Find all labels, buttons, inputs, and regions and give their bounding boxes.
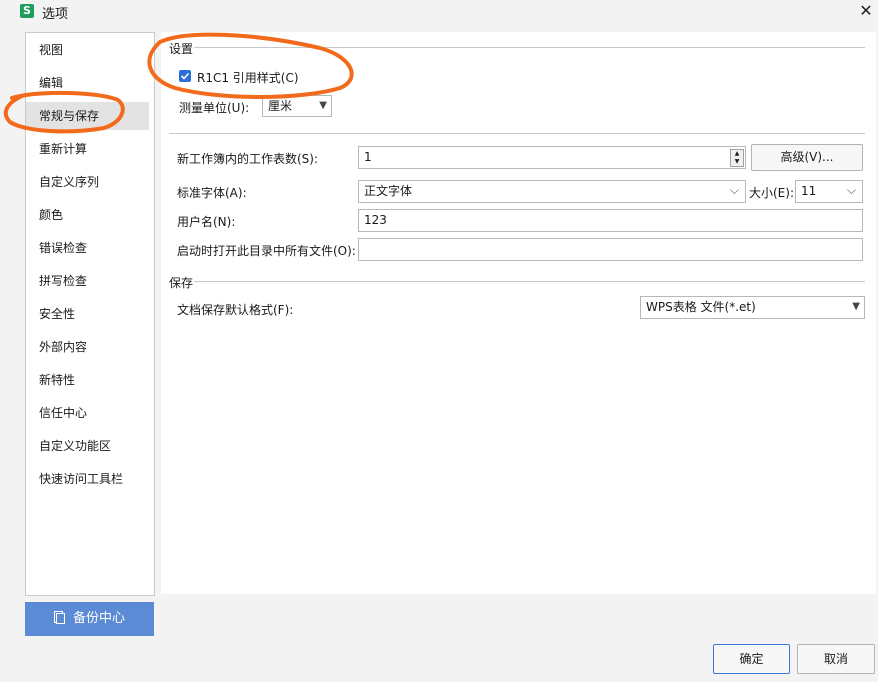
sidebar-item-custom-list[interactable]: 自定义序列 (26, 168, 149, 196)
measure-unit-label: 测量单位(U): (179, 101, 250, 115)
dropdown-arrow-icon: ▼ (852, 301, 860, 312)
font-size-value: 11 (801, 184, 817, 198)
advanced-button[interactable]: 高级(V)... (751, 144, 863, 171)
username-input[interactable]: 123 (358, 209, 863, 232)
cancel-button[interactable]: 取消 (797, 644, 875, 674)
dialog-title: 选项 (42, 7, 69, 22)
chevron-down-icon: ⌵ (729, 183, 739, 197)
backup-center-label: 备份中心 (72, 611, 125, 626)
sidebar-item-general-and-save[interactable]: 常规与保存 (26, 102, 149, 130)
standard-font-label: 标准字体(A): (177, 186, 247, 200)
sidebar-item-security[interactable]: 安全性 (26, 300, 149, 328)
sheet-count-stepper[interactable]: ▲ ▼ (730, 149, 744, 167)
save-section-title: 保存 (169, 276, 194, 290)
standard-font-value: 正文字体 (364, 184, 413, 198)
font-size-label: 大小(E): (749, 186, 794, 200)
font-size-select[interactable]: 11 ⌵ (795, 180, 863, 203)
sidebar-item-color[interactable]: 颜色 (26, 201, 149, 229)
sidebar-item-quick-access-toolbar[interactable]: 快速访问工具栏 (26, 465, 149, 493)
dropdown-arrow-icon: ▼ (319, 100, 327, 111)
sidebar-item-recalculate[interactable]: 重新计算 (26, 135, 149, 163)
standard-font-select[interactable]: 正文字体 ⌵ (358, 180, 746, 203)
startup-dir-label: 启动时打开此目录中所有文件(O): (177, 244, 356, 258)
sidebar-item-trust-center[interactable]: 信任中心 (26, 399, 149, 427)
startup-dir-input[interactable] (358, 238, 863, 261)
spin-down-icon[interactable]: ▼ (731, 158, 743, 166)
default-format-select[interactable]: WPS表格 文件(*.et) ▼ (640, 296, 865, 319)
sheet-count-input[interactable]: 1 (358, 146, 746, 169)
default-format-value: WPS表格 文件(*.et) (646, 300, 756, 314)
ok-button[interactable]: 确定 (713, 644, 790, 674)
r1c1-checkbox[interactable] (179, 70, 191, 82)
settings-divider (194, 47, 865, 48)
measure-unit-select[interactable]: 厘米 ▼ (262, 95, 332, 117)
chevron-down-icon: ⌵ (846, 183, 856, 197)
sidebar-item-view[interactable]: 视图 (26, 36, 149, 64)
save-divider (194, 281, 865, 282)
measure-unit-value: 厘米 (268, 99, 293, 113)
check-icon (180, 72, 190, 80)
sidebar-item-external-content[interactable]: 外部内容 (26, 333, 149, 361)
title-bar: S 选项 ✕ (0, 0, 878, 26)
divider (169, 133, 865, 134)
sidebar-item-customize-ribbon[interactable]: 自定义功能区 (26, 432, 149, 460)
wps-spreadsheet-app-icon: S (20, 4, 34, 18)
sidebar-item-error-check[interactable]: 错误检查 (26, 234, 149, 262)
sidebar-item-new-features[interactable]: 新特性 (26, 366, 149, 394)
backup-center-button[interactable]: 备份中心 (25, 602, 154, 636)
r1c1-checkbox-label[interactable]: R1C1 引用样式(C) (197, 69, 299, 86)
options-category-sidebar: 视图 编辑 常规与保存 重新计算 自定义序列 颜色 错误检查 拼写检查 安全性 … (25, 32, 155, 596)
document-icon (53, 604, 65, 624)
sheet-count-label: 新工作簿内的工作表数(S): (177, 152, 319, 166)
username-value: 123 (364, 213, 387, 227)
username-label: 用户名(N): (177, 215, 236, 229)
settings-section-title: 设置 (169, 42, 194, 56)
close-icon: ✕ (859, 1, 873, 20)
sheet-count-value: 1 (364, 150, 372, 164)
spin-up-icon[interactable]: ▲ (731, 150, 743, 158)
default-format-label: 文档保存默认格式(F): (177, 303, 294, 317)
sidebar-item-edit[interactable]: 编辑 (26, 69, 149, 97)
close-button[interactable]: ✕ (856, 0, 876, 22)
sidebar-item-spell-check[interactable]: 拼写检查 (26, 267, 149, 295)
